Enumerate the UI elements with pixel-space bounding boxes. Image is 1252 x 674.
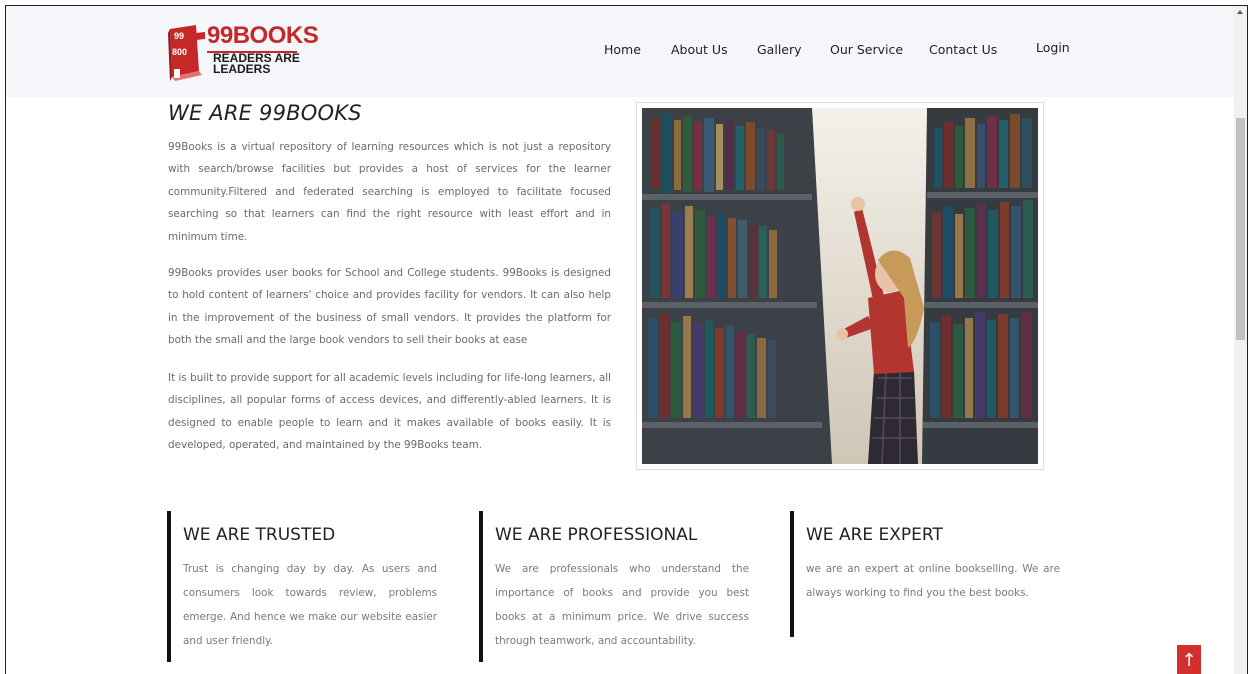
site-header: 99 800 99BOOKS READERS ARE LEADERS Home … [6, 6, 1236, 97]
logo-tagline: READERS ARE LEADERS [213, 51, 300, 76]
nav-contact-us[interactable]: Contact Us [929, 42, 997, 57]
library-photo-image [642, 108, 1038, 464]
about-title: WE ARE 99BOOKS [168, 101, 362, 125]
nav-login[interactable]: Login [1036, 40, 1070, 55]
feature-title: WE ARE TRUSTED [183, 525, 336, 545]
feature-text: We are professionals who understand the … [495, 563, 749, 647]
logo-wordmark: 99BOOKS [207, 22, 319, 49]
nav-home[interactable]: Home [604, 42, 641, 57]
book-logo-icon: 99 800 [168, 25, 205, 81]
site-logo[interactable]: 99 800 99BOOKS READERS ARE LEADERS [166, 19, 319, 85]
library-photo [636, 102, 1044, 470]
feature-text: we are an expert at online bookselling. … [806, 563, 1060, 599]
feature-title: WE ARE PROFESSIONAL [495, 525, 698, 545]
about-paragraph: 99Books is a virtual repository of learn… [168, 141, 611, 243]
browser-viewport: 99 800 99BOOKS READERS ARE LEADERS Home … [5, 5, 1248, 674]
scroll-thumb[interactable] [1236, 118, 1245, 340]
nav-about-us[interactable]: About Us [671, 42, 728, 57]
arrow-up-icon: ↑ [1181, 649, 1197, 671]
logo-badge-bottom: 800 [172, 47, 187, 57]
back-to-top-button[interactable]: ↑ [1177, 645, 1201, 674]
nav-our-service[interactable]: Our Service [830, 42, 903, 57]
feature-accent-bar [790, 511, 794, 637]
nav-gallery[interactable]: Gallery [757, 42, 802, 57]
about-paragraph: 99Books provides user books for School a… [168, 267, 611, 347]
about-paragraph: It is built to provide support for all a… [168, 372, 611, 452]
feature-accent-bar [167, 511, 171, 662]
feature-title: WE ARE EXPERT [806, 525, 943, 545]
scroll-up-arrow-icon[interactable] [1237, 10, 1243, 14]
feature-text: Trust is changing day by day. As users a… [183, 563, 437, 647]
logo-badge-top: 99 [174, 31, 184, 41]
feature-accent-bar [479, 511, 483, 662]
page-scrollbar[interactable] [1234, 6, 1247, 674]
